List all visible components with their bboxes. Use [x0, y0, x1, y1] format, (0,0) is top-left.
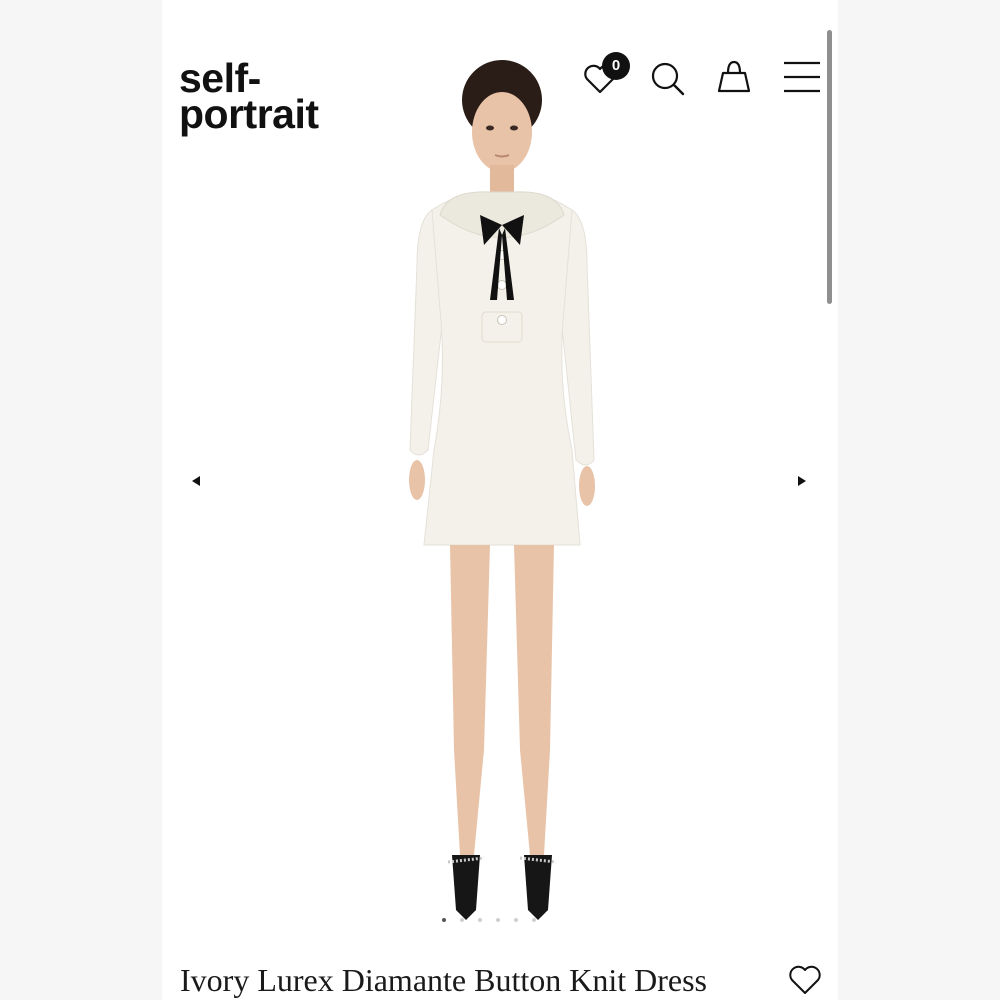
- carousel-dot[interactable]: [460, 918, 464, 922]
- product-image[interactable]: [362, 50, 642, 930]
- carousel-dot[interactable]: [532, 918, 536, 922]
- carousel-pagination: [442, 918, 536, 922]
- add-to-wishlist-heart-icon[interactable]: [787, 962, 823, 996]
- carousel-dot[interactable]: [514, 918, 518, 922]
- carousel-dot[interactable]: [442, 918, 446, 922]
- product-title: Ivory Lurex Diamante Button Knit Dress: [180, 962, 707, 998]
- product-page: self- portrait 0 Ivory Lurex Diamante Bu…: [162, 0, 838, 1000]
- menu-icon[interactable]: [782, 58, 822, 98]
- search-icon[interactable]: [647, 58, 687, 98]
- logo-line-2: portrait: [179, 91, 319, 137]
- brand-logo[interactable]: self- portrait: [179, 58, 319, 137]
- shopping-bag-icon[interactable]: [714, 58, 754, 98]
- scrollbar[interactable]: [827, 30, 832, 304]
- carousel-dot[interactable]: [496, 918, 500, 922]
- next-image-arrow-icon[interactable]: [798, 476, 806, 486]
- previous-image-arrow-icon[interactable]: [192, 476, 200, 486]
- carousel-dot[interactable]: [478, 918, 482, 922]
